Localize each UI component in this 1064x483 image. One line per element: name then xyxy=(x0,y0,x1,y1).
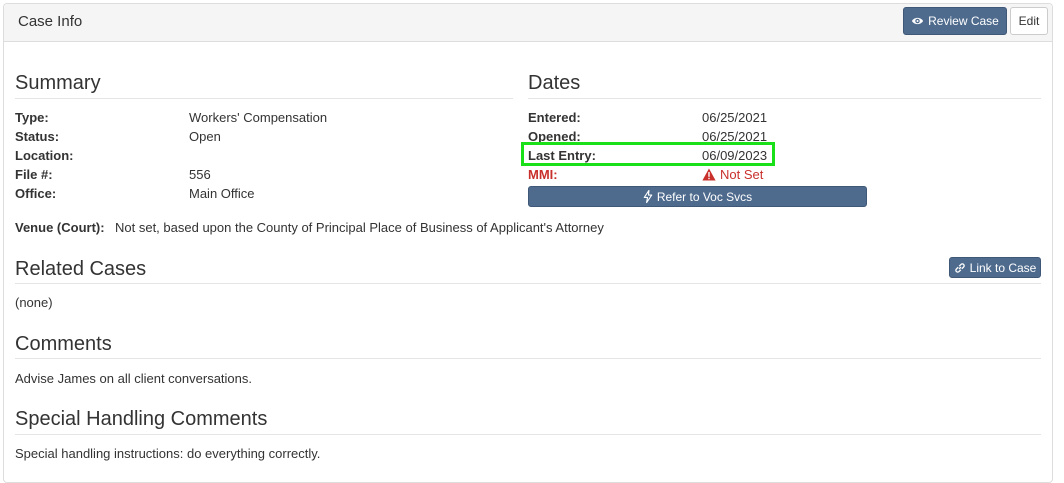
dates-mmi-label: MMI: xyxy=(528,167,558,182)
panel-header: Case Info Review Case Edit xyxy=(4,4,1052,42)
special-handling-title: Special Handling Comments xyxy=(15,408,268,430)
related-cases-title: Related Cases xyxy=(15,258,147,280)
comments-title: Comments xyxy=(15,333,112,355)
link-to-case-label: Link to Case xyxy=(969,260,1037,275)
warning-icon xyxy=(702,168,716,181)
review-case-label: Review Case xyxy=(928,14,999,28)
related-cases-value: (none) xyxy=(15,295,53,310)
related-cases-divider xyxy=(15,283,1041,284)
summary-status-label: Status: xyxy=(15,129,60,144)
summary-type-value: Workers' Compensation xyxy=(189,110,328,125)
bolt-icon xyxy=(643,190,653,203)
mmi-not-set-text: Not Set xyxy=(720,167,764,182)
edit-label: Edit xyxy=(1018,14,1040,28)
summary-title: Summary xyxy=(15,72,101,94)
link-icon xyxy=(954,262,965,273)
summary-office-value: Main Office xyxy=(189,186,255,201)
summary-divider xyxy=(15,98,513,99)
link-to-case-button[interactable]: Link to Case xyxy=(949,257,1041,278)
review-case-button[interactable]: Review Case xyxy=(903,7,1007,35)
comments-divider xyxy=(15,358,1041,359)
eye-icon xyxy=(912,17,924,25)
special-handling-divider xyxy=(15,434,1041,435)
special-handling-value: Special handling instructions: do everyt… xyxy=(15,446,321,461)
comments-value: Advise James on all client conversations… xyxy=(15,371,253,386)
dates-entered-value: 06/25/2021 xyxy=(702,110,768,125)
edit-button[interactable]: Edit xyxy=(1010,7,1048,35)
summary-status-value: Open xyxy=(189,129,221,144)
dates-entered-label: Entered: xyxy=(528,110,581,125)
panel-title: Case Info xyxy=(18,13,83,30)
dates-divider xyxy=(528,98,1041,99)
summary-type-label: Type: xyxy=(15,110,49,125)
summary-file-value: 556 xyxy=(189,167,211,182)
refer-voc-svcs-button[interactable]: Refer to Voc Svcs xyxy=(528,186,867,207)
venue-value: Not set, based upon the County of Princi… xyxy=(115,220,604,235)
dates-title: Dates xyxy=(528,72,581,94)
venue-label: Venue (Court): xyxy=(15,220,105,235)
dates-mmi-value: Not Set xyxy=(702,167,763,182)
summary-file-label: File #: xyxy=(15,167,53,182)
summary-location-label: Location: xyxy=(15,148,74,163)
refer-voc-svcs-label: Refer to Voc Svcs xyxy=(656,189,753,204)
summary-office-label: Office: xyxy=(15,186,57,201)
last-entry-highlight xyxy=(521,142,775,166)
